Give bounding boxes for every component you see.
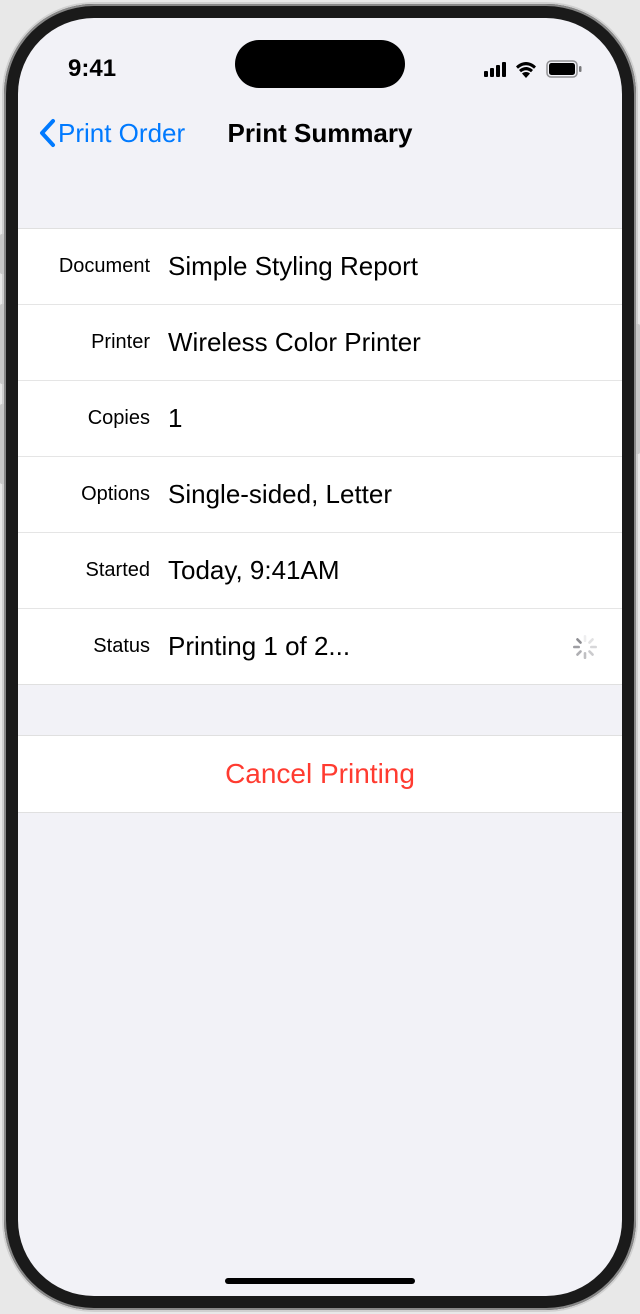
page-title: Print Summary <box>228 118 413 149</box>
options-value: Single-sided, Letter <box>168 479 598 510</box>
options-row: Options Single-sided, Letter <box>18 457 622 533</box>
status-label: Status <box>42 635 168 658</box>
copies-label: Copies <box>42 407 168 430</box>
printer-row: Printer Wireless Color Printer <box>18 305 622 381</box>
device-frame: 9:41 <box>4 4 636 1310</box>
wifi-icon <box>514 60 538 78</box>
copies-value: 1 <box>168 403 598 434</box>
cellular-signal-icon <box>484 61 506 77</box>
status-row: Status Printing 1 of 2... <box>18 609 622 685</box>
volume-up-button <box>0 304 4 384</box>
status-time: 9:41 <box>68 55 116 83</box>
cancel-printing-button[interactable]: Cancel Printing <box>18 736 622 812</box>
document-label: Document <box>42 255 168 278</box>
volume-down-button <box>0 404 4 484</box>
mute-switch <box>0 234 4 274</box>
printer-label: Printer <box>42 331 168 354</box>
battery-icon <box>546 60 582 78</box>
document-row: Document Simple Styling Report <box>18 229 622 305</box>
print-summary-list: Document Simple Styling Report Printer W… <box>18 228 622 685</box>
back-button-label: Print Order <box>58 118 185 149</box>
navigation-bar: Print Order Print Summary <box>18 98 622 168</box>
screen: 9:41 <box>18 18 622 1296</box>
status-value: Printing 1 of 2... <box>168 631 598 662</box>
home-indicator[interactable] <box>225 1278 415 1284</box>
started-label: Started <box>42 559 168 582</box>
started-row: Started Today, 9:41AM <box>18 533 622 609</box>
document-value: Simple Styling Report <box>168 251 598 282</box>
side-button <box>636 324 640 454</box>
back-button[interactable]: Print Order <box>38 118 185 149</box>
loading-spinner-icon <box>572 634 598 660</box>
content-area: Document Simple Styling Report Printer W… <box>18 228 622 813</box>
chevron-left-icon <box>38 118 56 148</box>
options-label: Options <box>42 483 168 506</box>
status-icons <box>484 60 582 78</box>
printer-value: Wireless Color Printer <box>168 327 598 358</box>
started-value: Today, 9:41AM <box>168 555 598 586</box>
dynamic-island <box>235 40 405 88</box>
copies-row: Copies 1 <box>18 381 622 457</box>
cancel-section: Cancel Printing <box>18 735 622 813</box>
